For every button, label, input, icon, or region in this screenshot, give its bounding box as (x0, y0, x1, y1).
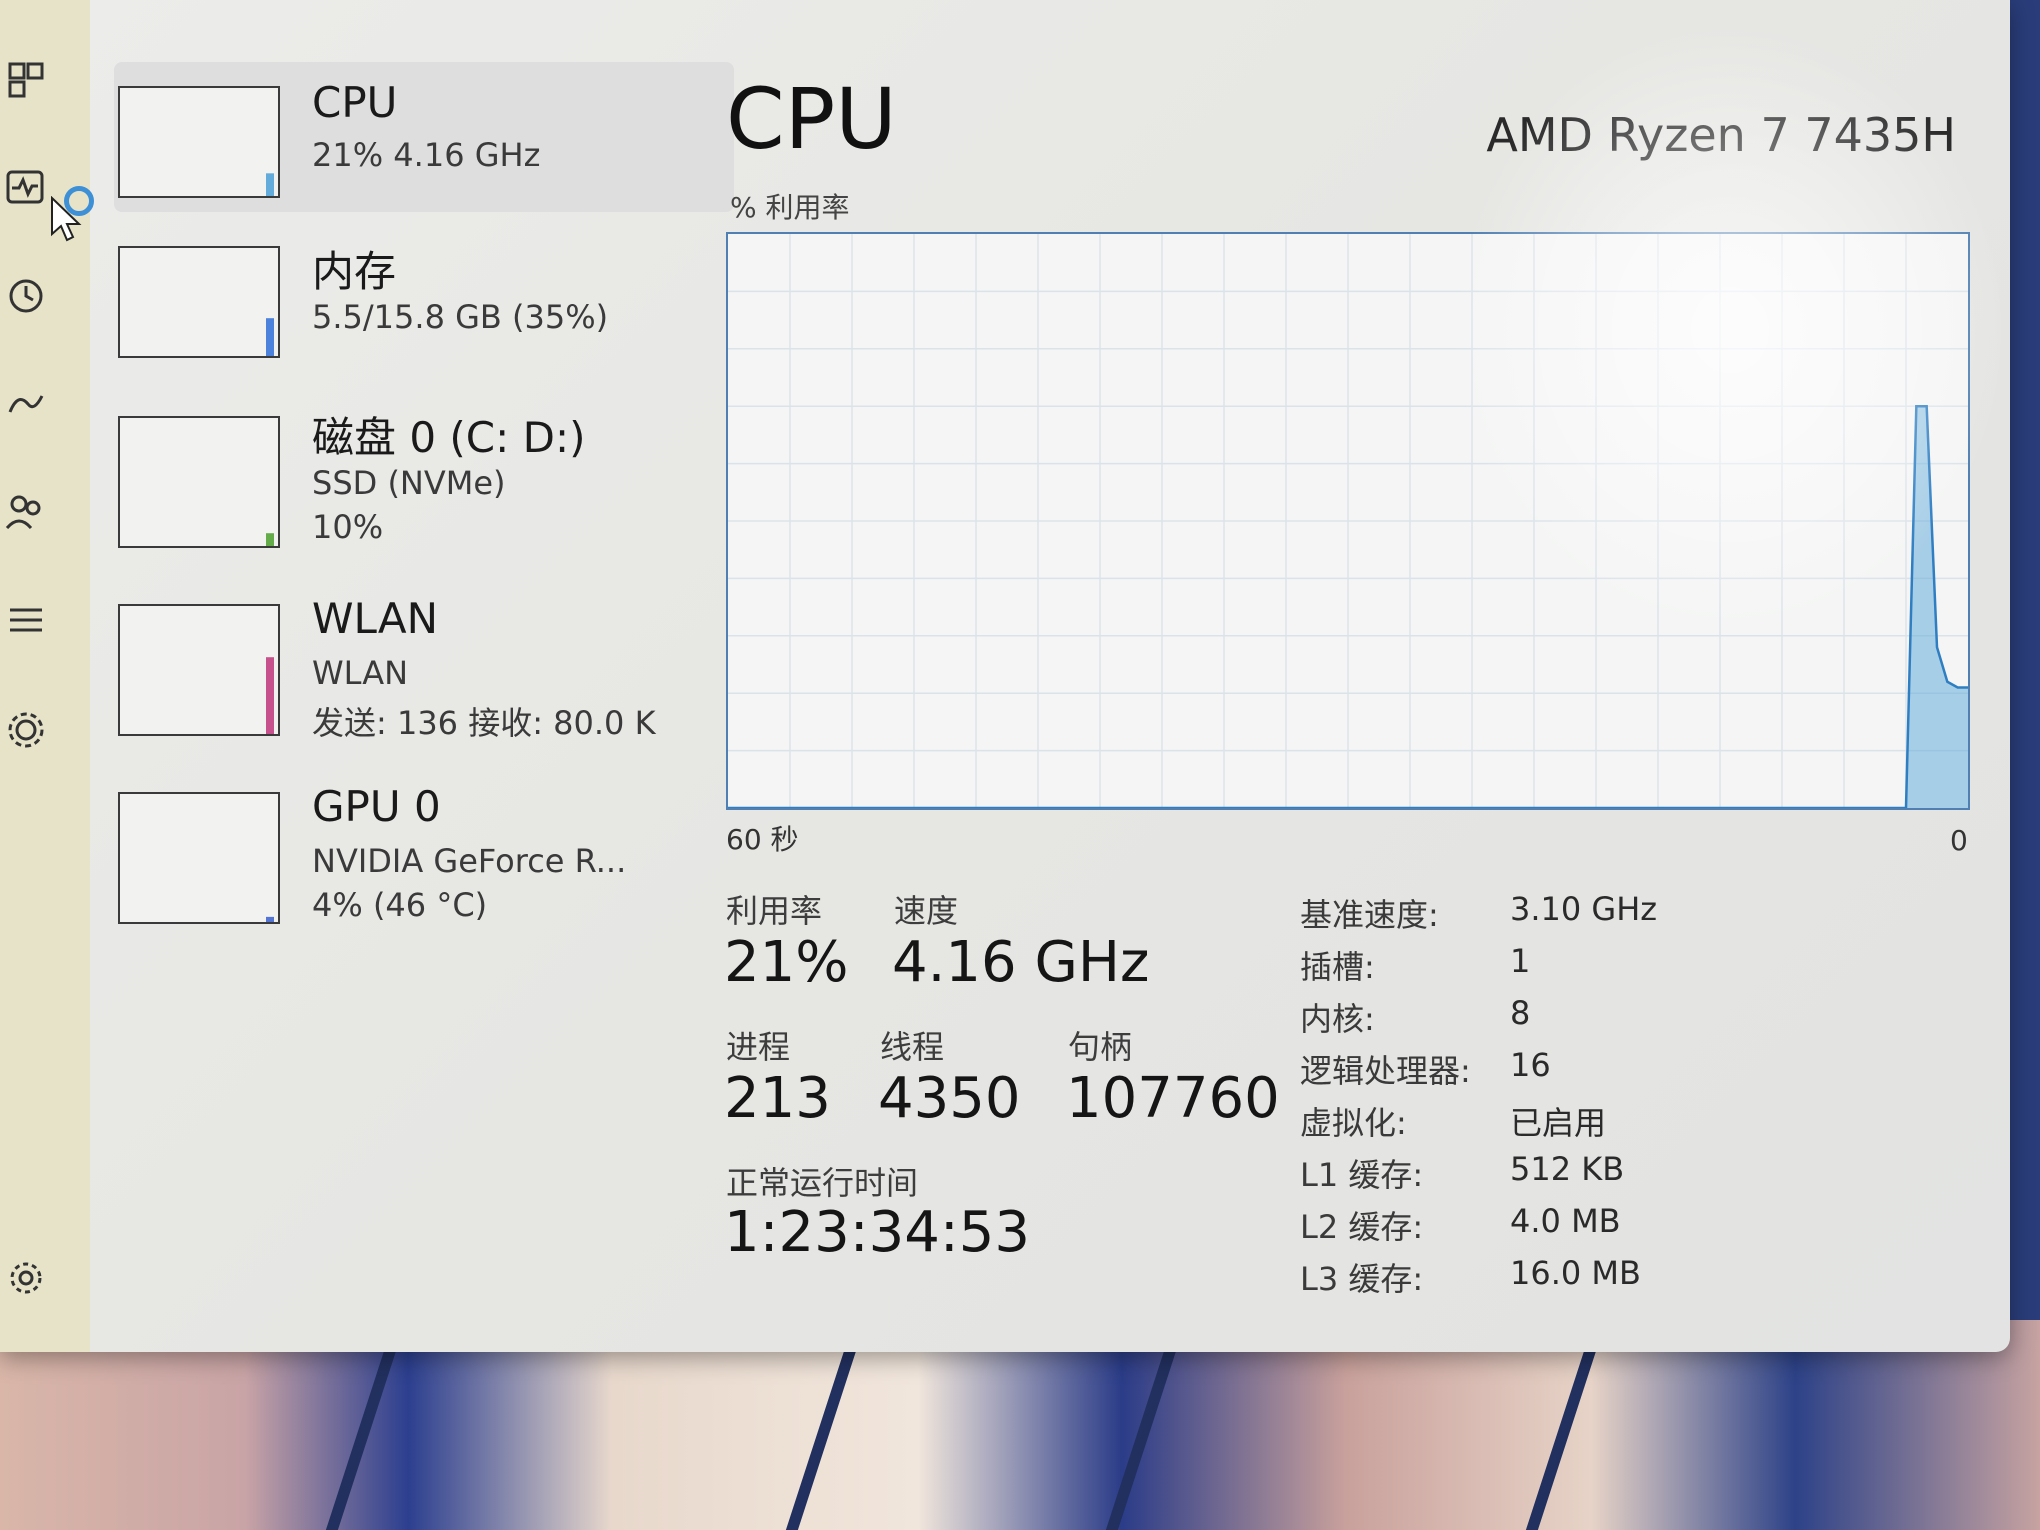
spec-value: 3.10 GHz (1510, 890, 1658, 928)
resource-list: CPU 21% 4.16 GHz 内存 5.5/15.8 GB (35%) 磁盘… (90, 0, 734, 1352)
utilization-value: 21% (724, 930, 849, 995)
spec-value: 8 (1510, 994, 1531, 1032)
mini-graph-svg (266, 318, 274, 356)
spec-value: 1 (1510, 942, 1531, 980)
spec-key: 内核: (1300, 1000, 1375, 1038)
spec-value: 512 KB (1510, 1150, 1625, 1188)
cpu-utilization-chart (728, 234, 1968, 808)
mini-graph-svg (266, 173, 274, 196)
cpu-model-name: AMD Ryzen 7 7435H (1486, 108, 1956, 162)
threads-value: 4350 (878, 1066, 1021, 1131)
mini-graph-level-bar (266, 916, 274, 922)
page-title: CPU (726, 70, 897, 168)
mini-graph-svg (266, 657, 274, 734)
resource-title: CPU (312, 78, 398, 127)
wlan-mini-graph (118, 604, 280, 736)
speed-value: 4.16 GHz (892, 930, 1150, 995)
app-history-icon[interactable] (4, 274, 48, 318)
performance-icon[interactable] (4, 166, 48, 210)
gpu-mini-graph (118, 792, 280, 924)
resource-item-disk[interactable]: 磁盘 0 (C: D:) SSD (NVMe) 10% (118, 394, 658, 548)
resource-item-cpu[interactable]: CPU 21% 4.16 GHz (114, 62, 734, 212)
cpu-detail-panel: CPU AMD Ryzen 7 7435H % 利用率 60 秒 0 利用率 2… (700, 0, 2010, 1352)
graph-x-label-left: 60 秒 (726, 823, 799, 856)
resource-detail: 发送: 136 接收: 80.0 K (312, 704, 656, 742)
resource-detail: 21% 4.16 GHz (312, 136, 541, 174)
cpu-utilization-graph (726, 232, 1970, 810)
settings-icon[interactable] (4, 1256, 48, 1300)
mini-graph-svg (266, 916, 274, 922)
resource-title: WLAN (312, 594, 439, 643)
resource-title: 内存 (312, 247, 397, 296)
resource-detail: WLAN (312, 654, 409, 692)
startup-apps-icon[interactable] (4, 382, 48, 426)
mini-graph-svg (266, 533, 274, 546)
spec-key: 基准速度: (1300, 896, 1439, 934)
resource-title: GPU 0 (312, 782, 441, 831)
resource-detail: 10% (312, 508, 384, 546)
handles-value: 107760 (1066, 1066, 1280, 1131)
resource-item-wlan[interactable]: WLAN WLAN 发送: 136 接收: 80.0 K (118, 584, 658, 742)
processes-icon[interactable] (4, 58, 48, 102)
disk-mini-graph (118, 416, 280, 548)
resource-item-memory[interactable]: 内存 5.5/15.8 GB (35%) (118, 228, 658, 378)
cpu-mini-graph (118, 86, 280, 198)
uptime-label: 正常运行时间 (726, 1164, 919, 1202)
memory-mini-graph (118, 246, 280, 358)
task-manager-window: CPU 21% 4.16 GHz 内存 5.5/15.8 GB (35%) 磁盘… (0, 0, 2010, 1352)
spec-value: 已启用 (1510, 1104, 1607, 1142)
resource-item-gpu[interactable]: GPU 0 NVIDIA GeForce R... 4% (46 °C) (118, 772, 658, 924)
resource-detail: SSD (NVMe) (312, 464, 506, 502)
spec-value: 16.0 MB (1510, 1254, 1641, 1292)
details-icon[interactable] (4, 598, 48, 642)
spec-value: 16 (1510, 1046, 1551, 1084)
spec-key: 虚拟化: (1300, 1104, 1407, 1142)
services-icon[interactable] (4, 708, 48, 752)
handles-label: 句柄 (1068, 1028, 1133, 1066)
resource-title: 磁盘 0 (C: D:) (312, 413, 586, 462)
resource-detail: NVIDIA GeForce R... (312, 842, 627, 880)
spec-key: L2 缓存: (1300, 1208, 1424, 1246)
processes-value: 213 (724, 1066, 831, 1131)
spec-value: 4.0 MB (1510, 1202, 1621, 1240)
threads-label: 线程 (880, 1028, 945, 1066)
mini-graph-level-bar (266, 318, 274, 356)
uptime-value: 1:23:34:53 (724, 1200, 1031, 1265)
spec-key: L3 缓存: (1300, 1260, 1424, 1298)
mouse-cursor-icon (51, 196, 82, 242)
graph-y-label: % 利用率 (730, 191, 850, 224)
speed-label: 速度 (894, 892, 959, 930)
mini-graph-level-bar (266, 657, 274, 734)
spec-key: L1 缓存: (1300, 1156, 1424, 1194)
mini-graph-level-bar (266, 533, 274, 546)
spec-key: 插槽: (1300, 948, 1375, 986)
graph-x-label-right: 0 (1950, 824, 1968, 857)
utilization-label: 利用率 (726, 892, 823, 930)
processes-label: 进程 (726, 1028, 791, 1066)
users-icon[interactable] (4, 490, 48, 534)
spec-key: 逻辑处理器: (1300, 1052, 1471, 1090)
resource-detail: 4% (46 °C) (312, 886, 488, 924)
resource-detail: 5.5/15.8 GB (35%) (312, 298, 609, 336)
mini-graph-level-bar (266, 173, 274, 196)
